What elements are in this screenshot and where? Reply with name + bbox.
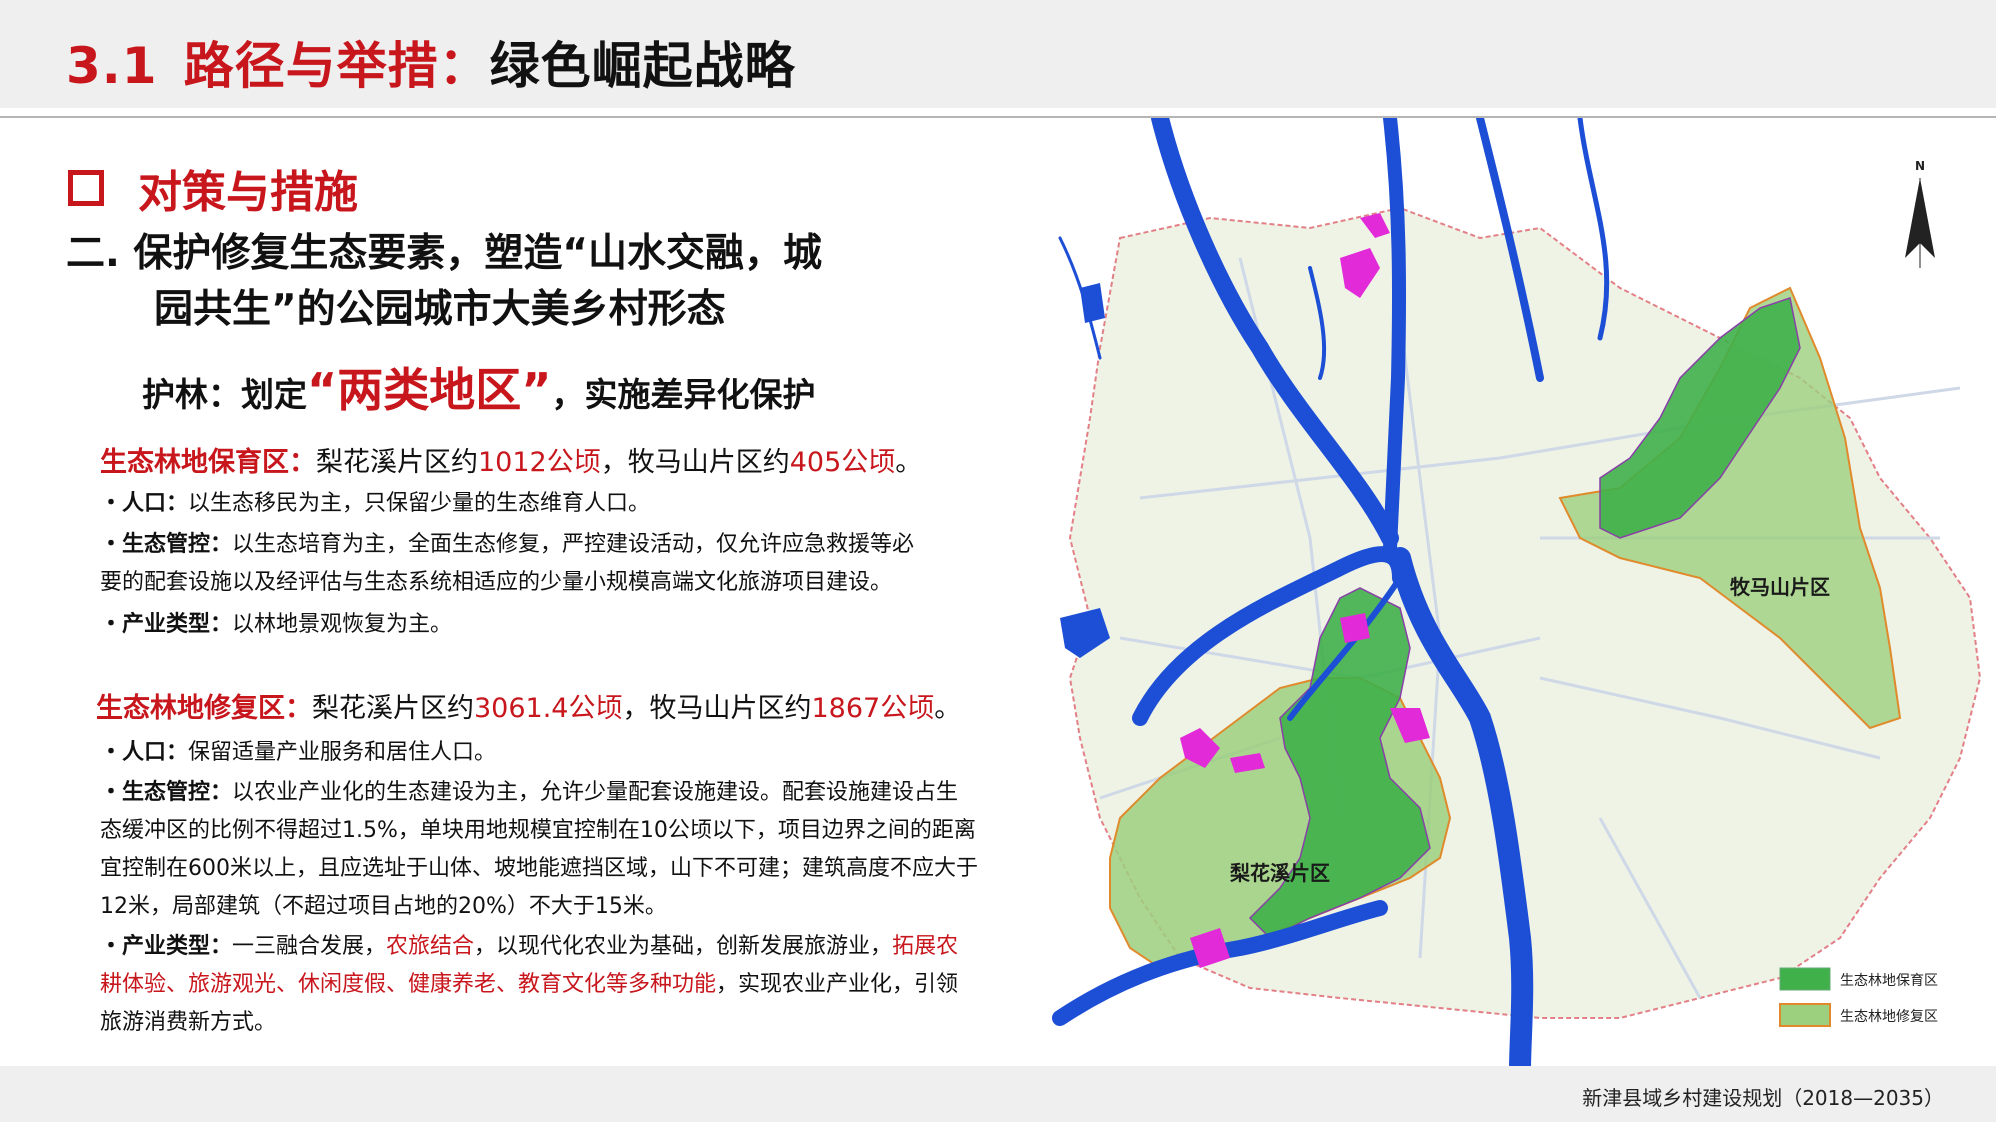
sub-heading: 二. 保护修复生态要素，塑造“山水交融，城 园共生”的公园城市大美乡村形态	[66, 226, 822, 338]
zone1-industry: ・产业类型：以林地景观恢复为主。	[100, 606, 452, 644]
zone2-ind-text2: ，以现代化农业为基础，创新发展旅游业，	[474, 934, 893, 959]
zone2-value1: 3061.4公顷	[474, 693, 623, 724]
zone2-eco-text4: 12米，局部建筑（不超过项目占地的20%）不大于15米。	[100, 894, 667, 919]
zone2-pop-text: 保留适量产业服务和居住人口。	[188, 740, 497, 765]
zone2-ind-red1: 农旅结合	[386, 934, 475, 959]
zone2-eco-label: ・生态管控：	[100, 780, 233, 805]
zone2-text3: 。	[934, 693, 962, 724]
north-label: N	[1915, 159, 1925, 173]
legend-restore-swatch	[1779, 1003, 1831, 1027]
tagline-highlight: “两类地区”	[307, 363, 552, 417]
section-heading: 对策与措施	[68, 156, 358, 220]
zone1-text2: ，牧马山片区约	[600, 447, 790, 478]
zone1-eco-control: ・生态管控：以生态培育为主，全面生态修复，严控建设活动，仅允许应急救援等必 要的…	[100, 526, 914, 602]
title-red: 路径与举措：	[183, 37, 490, 95]
zone1-ind-label: ・产业类型：	[100, 612, 233, 637]
zone2-text1: 梨花溪片区约	[312, 693, 474, 724]
zone1-title: 生态林地保育区：梨花溪片区约1012公顷，牧马山片区约405公顷。	[100, 440, 922, 479]
zone1-population: ・人口：以生态移民为主，只保留少量的生态维育人口。	[100, 485, 650, 523]
zone1-pop-label: ・人口：	[100, 491, 189, 516]
zoning-map: 牧马山片区 梨花溪片区 N 生态林地保育区 生态林地修复区	[980, 118, 1996, 1070]
page-title: 3.1 路径与举措：绿色崛起战略	[66, 26, 796, 98]
zone1-value1: 1012公顷	[478, 447, 601, 478]
zone1-name: 生态林地保育区：	[100, 447, 316, 478]
zone2-industry: ・产业类型：一三融合发展，农旅结合，以现代化农业为基础，创新发展旅游业，拓展农 …	[100, 928, 958, 1042]
section-heading-text: 对策与措施	[138, 167, 358, 218]
zone2-title: 生态林地修复区：梨花溪片区约3061.4公顷，牧马山片区约1867公顷。	[96, 686, 961, 725]
tagline-pre: 护林：划定	[142, 375, 307, 414]
zone2-text2: ，牧马山片区约	[622, 693, 812, 724]
zone2-population: ・人口：保留适量产业服务和居住人口。	[100, 734, 496, 772]
legend-conserve-label: 生态林地保育区	[1840, 973, 1938, 989]
zone1-text3: 。	[895, 447, 923, 478]
title-black: 绿色崛起战略	[489, 37, 796, 95]
zone2-ind-label: ・产业类型：	[100, 934, 233, 959]
footer-text: 新津县域乡村建设规划（2018—2035）	[1582, 1086, 1944, 1110]
zone2-eco-text2: 态缓冲区的比例不得超过1.5%，单块用地规模宜控制在10公顷以下，项目边界之间的…	[100, 818, 976, 843]
sub-heading-line1: 二. 保护修复生态要素，塑造“山水交融，城	[66, 231, 823, 276]
zone2-ind-text4: 旅游消费新方式。	[100, 1010, 277, 1035]
square-bullet-icon	[68, 170, 104, 206]
zone2-ind-red2: 拓展农	[892, 934, 959, 959]
zone1-eco-text1: 以生态培育为主，全面生态修复，严控建设活动，仅允许应急救援等必	[232, 532, 915, 557]
zone1-eco-label: ・生态管控：	[100, 532, 233, 557]
section-number: 3.1	[66, 37, 158, 95]
sub-heading-line2: 园共生”的公园城市大美乡村形态	[154, 287, 726, 332]
zone1-value2: 405公顷	[789, 447, 896, 478]
zone2-pop-label: ・人口：	[100, 740, 189, 765]
label-mumashan: 牧马山片区	[1730, 575, 1830, 599]
legend-restore-label: 生态林地修复区	[1840, 1008, 1938, 1025]
zone2-eco-text3: 宜控制在600米以上，且应选址于山体、坡地能遮挡区域，山下不可建；建筑高度不应大…	[100, 856, 978, 881]
zone1-ind-text: 以林地景观恢复为主。	[232, 612, 453, 637]
zone2-ind-text1: 一三融合发展，	[232, 934, 387, 959]
legend-conserve-swatch	[1779, 967, 1831, 991]
tagline: 护林：划定“两类地区”，实施差异化保护	[142, 354, 815, 420]
zone2-eco-text1: 以农业产业化的生态建设为主，允许少量配套设施建设。配套设施建设占生	[232, 780, 959, 805]
tagline-post: ，实施差异化保护	[551, 375, 816, 414]
label-lihuaxi: 梨花溪片区	[1230, 861, 1330, 885]
zone2-eco-control: ・生态管控：以农业产业化的生态建设为主，允许少量配套设施建设。配套设施建设占生 …	[100, 774, 978, 926]
zone2-ind-red3: 耕体验、旅游观光、休闲度假、健康养老、教育文化等多种功能	[100, 972, 717, 997]
zone1-text1: 梨花溪片区约	[316, 447, 478, 478]
zone2-value2: 1867公顷	[811, 693, 935, 724]
zone2-ind-text3: ，实现农业产业化，引领	[716, 972, 959, 997]
zone1-pop-text: 以生态移民为主，只保留少量的生态维育人口。	[188, 491, 651, 516]
zone1-eco-text2: 要的配套设施以及经评估与生态系统相适应的少量小规模高端文化旅游项目建设。	[100, 570, 893, 595]
zone2-name: 生态林地修复区：	[96, 693, 312, 724]
